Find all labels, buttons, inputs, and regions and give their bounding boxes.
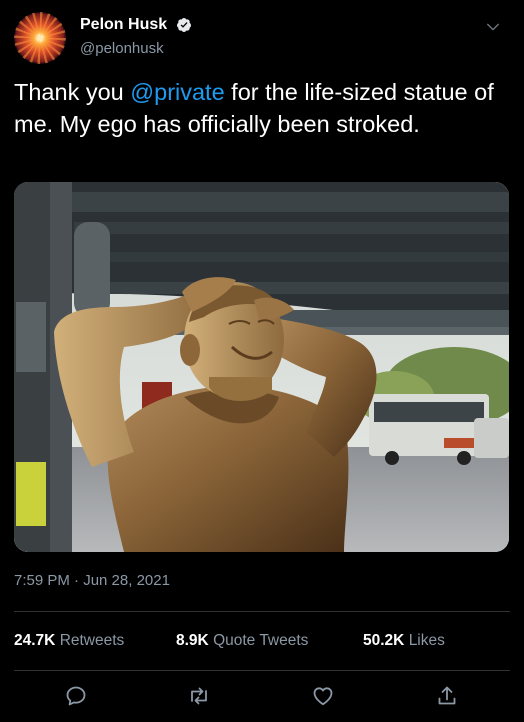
likes-stat[interactable]: 50.2K Likes — [363, 632, 445, 650]
author-name[interactable]: Pelon Husk — [80, 16, 167, 34]
quote-tweets-count: 8.9K — [176, 632, 209, 649]
divider — [14, 611, 510, 612]
chevron-down-icon[interactable] — [484, 18, 502, 36]
share-icon — [438, 686, 456, 705]
reply-button[interactable] — [64, 684, 88, 708]
tweet-timestamp[interactable]: 7:59 PM · Jun 28, 2021 — [14, 572, 170, 589]
heart-icon — [313, 687, 333, 706]
action-bar — [0, 684, 524, 712]
tweet-photo[interactable] — [14, 182, 509, 552]
retweets-count: 24.7K — [14, 632, 56, 649]
statue-photo — [14, 182, 509, 552]
like-button[interactable] — [311, 684, 335, 708]
author-handle[interactable]: @pelonhusk — [80, 40, 164, 57]
retweets-label: Retweets — [59, 632, 125, 649]
likes-count: 50.2K — [363, 632, 405, 649]
likes-label: Likes — [408, 632, 445, 649]
quote-tweets-label: Quote Tweets — [213, 632, 309, 649]
avatar[interactable] — [14, 12, 66, 64]
retweet-icon — [191, 687, 207, 705]
divider — [14, 670, 510, 671]
retweet-button[interactable] — [187, 684, 211, 708]
share-button[interactable] — [435, 684, 459, 708]
retweets-stat[interactable]: 24.7K Retweets — [14, 632, 124, 650]
quote-tweets-stat[interactable]: 8.9K Quote Tweets — [176, 632, 308, 650]
tweet-text: Thank you @private for the life-sized st… — [14, 76, 510, 140]
tweet-text-start: Thank you — [14, 79, 131, 105]
reply-icon — [66, 686, 86, 706]
mention-link[interactable]: @private — [130, 79, 224, 105]
verified-badge-icon — [176, 18, 191, 32]
